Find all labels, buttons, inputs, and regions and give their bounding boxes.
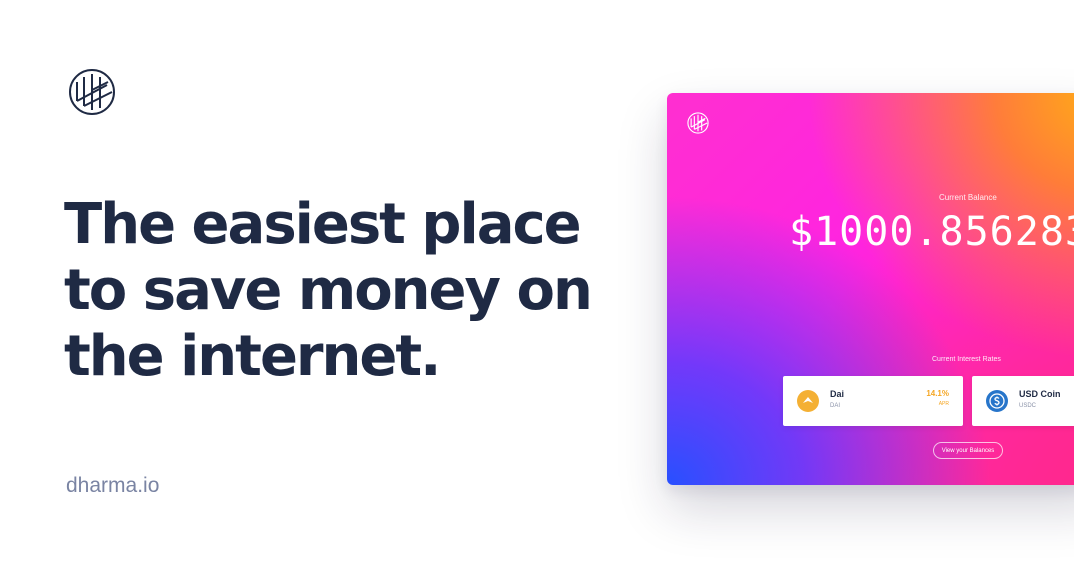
interest-rates-label: Current Interest Rates (932, 356, 1001, 363)
dharma-logo-icon (687, 112, 709, 134)
rate-card-dai[interactable]: Dai DAI 14.1% APR (783, 376, 963, 426)
balance-amount: $1000.856283 (789, 209, 1074, 255)
headline-line-2: to save money on (64, 258, 593, 323)
headline-line-1: The easiest place (64, 192, 582, 257)
rate-value: 14.1% (926, 389, 949, 398)
dharma-logo-icon (68, 68, 116, 116)
coin-symbol: DAI (830, 403, 841, 409)
headline: The easiest place to save money on the i… (64, 192, 624, 390)
dai-coin-icon (797, 390, 819, 412)
view-balances-button[interactable]: View your Balances (933, 442, 1003, 459)
coin-name: Dai (830, 389, 845, 399)
domain-link[interactable]: dharma.io (66, 474, 159, 498)
balance-label: Current Balance (939, 193, 997, 202)
coin-name: USD Coin (1019, 389, 1061, 399)
rate-unit: APR (938, 401, 949, 407)
app-preview-card: Current Balance $1000.856283 Current Int… (667, 93, 1074, 485)
rate-card-usdc[interactable]: USD Coin USDC (972, 376, 1074, 426)
headline-line-3: the internet. (64, 324, 441, 389)
usdc-coin-icon (986, 390, 1008, 412)
coin-symbol: USDC (1019, 403, 1037, 409)
